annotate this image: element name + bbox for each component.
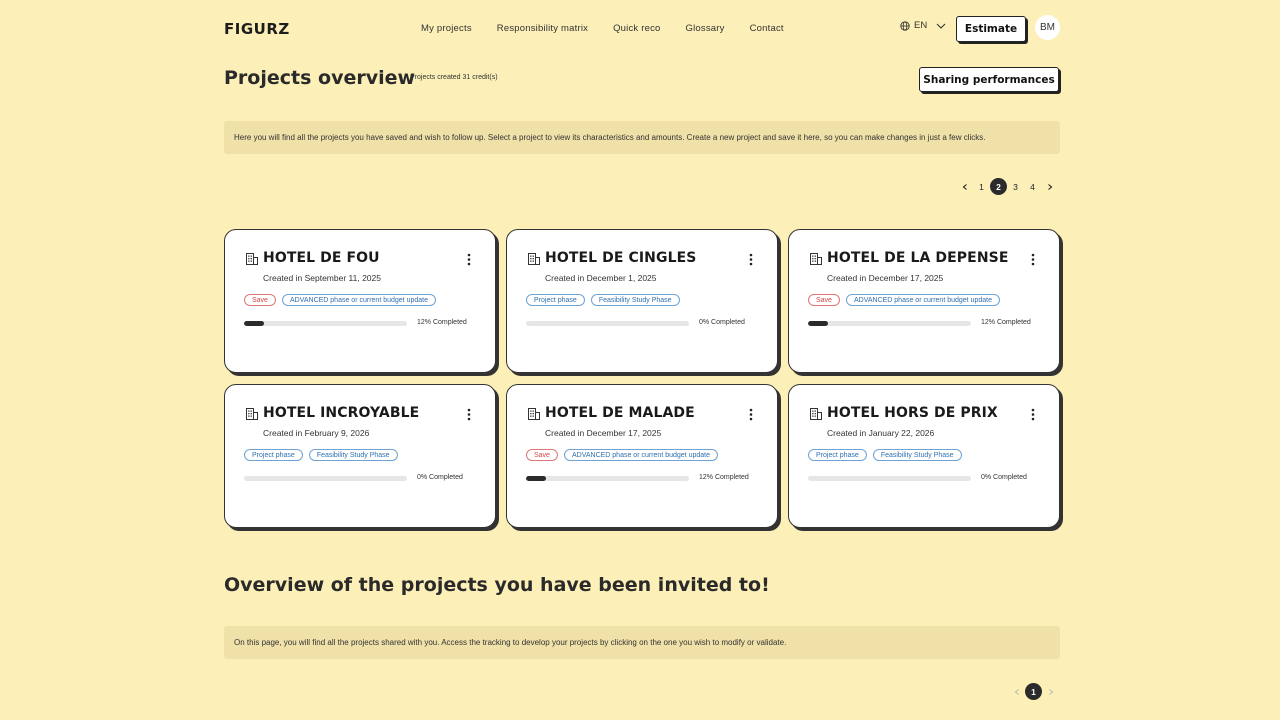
sharing-performances-button[interactable]: Sharing performances [919, 67, 1059, 92]
progress-label: 12% Completed [417, 319, 467, 326]
invited-info-banner: On this page, you will find all the proj… [224, 626, 1060, 659]
progress-bar [526, 476, 689, 481]
nav-responsibility-matrix[interactable]: Responsibility matrix [497, 23, 588, 34]
nav-quick-reco[interactable]: Quick reco [613, 23, 660, 34]
phase-tag: ADVANCED phase or current budget update [281, 294, 436, 306]
project-created-date: Created in December 1, 2025 [545, 273, 657, 283]
page-link-2-current[interactable]: 2 [990, 178, 1007, 195]
project-title: HOTEL INCROYABLE [263, 405, 420, 421]
globe-icon [900, 20, 910, 31]
invited-pagination: 1 [1008, 683, 1059, 700]
building-icon [246, 408, 258, 420]
progress-bar [526, 321, 689, 326]
page-link-3[interactable]: 3 [1007, 178, 1024, 195]
more-vertical-icon[interactable] [1031, 253, 1035, 266]
phase-tag: ADVANCED phase or current budget update [563, 449, 718, 461]
progress-bar [244, 321, 407, 326]
progress-label: 0% Completed [417, 474, 463, 481]
project-created-date: Created in September 11, 2025 [263, 273, 381, 283]
project-tags: Project phase Feasibility Study Phase [244, 449, 398, 461]
phase-tag: Feasibility Study Phase [308, 449, 398, 461]
phase-tag: Feasibility Study Phase [590, 294, 680, 306]
invited-section-title: Overview of the projects you have been i… [224, 574, 770, 596]
top-header: FIGURZ My projects Responsibility matrix… [224, 14, 1060, 44]
more-vertical-icon[interactable] [467, 253, 471, 266]
project-card[interactable]: HOTEL DE FOU Created in September 11, 20… [224, 229, 496, 373]
building-icon [810, 253, 822, 265]
page-link-1[interactable]: 1 [973, 178, 990, 195]
page-title: Projects overview [224, 67, 416, 89]
nav-contact[interactable]: Contact [750, 23, 784, 34]
projects-info-text: Here you will find all the projects you … [234, 133, 986, 142]
phase-tag: Feasibility Study Phase [872, 449, 962, 461]
project-created-date: Created in December 17, 2025 [545, 428, 662, 438]
project-created-date: Created in December 17, 2025 [827, 273, 944, 283]
chevron-right-icon[interactable] [1042, 683, 1059, 700]
project-title: HOTEL DE CINGLES [545, 250, 697, 266]
phase-tag: Project phase [526, 294, 585, 306]
project-created-date: Created in February 9, 2026 [263, 428, 370, 438]
project-tags: Project phase Feasibility Study Phase [526, 294, 680, 306]
page-link-4[interactable]: 4 [1024, 178, 1041, 195]
page-link-1-current[interactable]: 1 [1025, 683, 1042, 700]
project-card[interactable]: HOTEL INCROYABLE Created in February 9, … [224, 384, 496, 528]
chevron-left-icon[interactable] [1008, 683, 1025, 700]
more-vertical-icon[interactable] [467, 408, 471, 421]
progress-label: 0% Completed [981, 474, 1027, 481]
progress-fill [244, 321, 264, 326]
nav-glossary[interactable]: Glossary [686, 23, 725, 34]
more-vertical-icon[interactable] [749, 408, 753, 421]
progress-bar [808, 476, 971, 481]
project-title: HOTEL DE FOU [263, 250, 380, 266]
save-tag: Save [808, 294, 840, 306]
building-icon [810, 408, 822, 420]
credits-count: Projects created 31 credit(s) [410, 74, 498, 81]
language-label: EN [914, 20, 928, 31]
project-title: HOTEL HORS DE PRIX [827, 405, 998, 421]
progress-fill [526, 476, 546, 481]
project-tags: Save ADVANCED phase or current budget upd… [526, 449, 718, 461]
invited-info-text: On this page, you will find all the proj… [234, 638, 787, 647]
project-title: HOTEL DE LA DEPENSE [827, 250, 1009, 266]
chevron-right-icon[interactable] [1041, 178, 1058, 195]
nav-my-projects[interactable]: My projects [421, 23, 472, 34]
building-icon [246, 253, 258, 265]
building-icon [528, 253, 540, 265]
projects-pagination: 1 2 3 4 [956, 178, 1058, 195]
progress-label: 0% Completed [699, 319, 745, 326]
progress-label: 12% Completed [981, 319, 1031, 326]
project-title: HOTEL DE MALADE [545, 405, 695, 421]
projects-info-banner: Here you will find all the projects you … [224, 121, 1060, 154]
project-created-date: Created in January 22, 2026 [827, 428, 935, 438]
project-tags: Save ADVANCED phase or current budget upd… [808, 294, 1000, 306]
progress-bar [808, 321, 971, 326]
more-vertical-icon[interactable] [749, 253, 753, 266]
more-vertical-icon[interactable] [1031, 408, 1035, 421]
progress-fill [808, 321, 828, 326]
project-card[interactable]: HOTEL DE LA DEPENSE Created in December … [788, 229, 1060, 373]
save-tag: Save [526, 449, 558, 461]
phase-tag: ADVANCED phase or current budget update [845, 294, 1000, 306]
project-tags: Save ADVANCED phase or current budget upd… [244, 294, 436, 306]
phase-tag: Project phase [244, 449, 303, 461]
user-avatar[interactable]: BM [1035, 15, 1060, 40]
progress-bar [244, 476, 407, 481]
phase-tag: Project phase [808, 449, 867, 461]
main-nav: My projects Responsibility matrix Quick … [421, 23, 809, 34]
estimate-button[interactable]: Estimate [956, 16, 1026, 42]
brand-logo[interactable]: FIGURZ [224, 20, 290, 38]
building-icon [528, 408, 540, 420]
language-selector[interactable]: EN [900, 20, 947, 31]
project-tags: Project phase Feasibility Study Phase [808, 449, 962, 461]
progress-label: 12% Completed [699, 474, 749, 481]
project-card[interactable]: HOTEL DE MALADE Created in December 17, … [506, 384, 778, 528]
project-card[interactable]: HOTEL DE CINGLES Created in December 1, … [506, 229, 778, 373]
chevron-left-icon[interactable] [956, 178, 973, 195]
project-card[interactable]: HOTEL HORS DE PRIX Created in January 22… [788, 384, 1060, 528]
chevron-down-icon [936, 23, 946, 29]
save-tag: Save [244, 294, 276, 306]
